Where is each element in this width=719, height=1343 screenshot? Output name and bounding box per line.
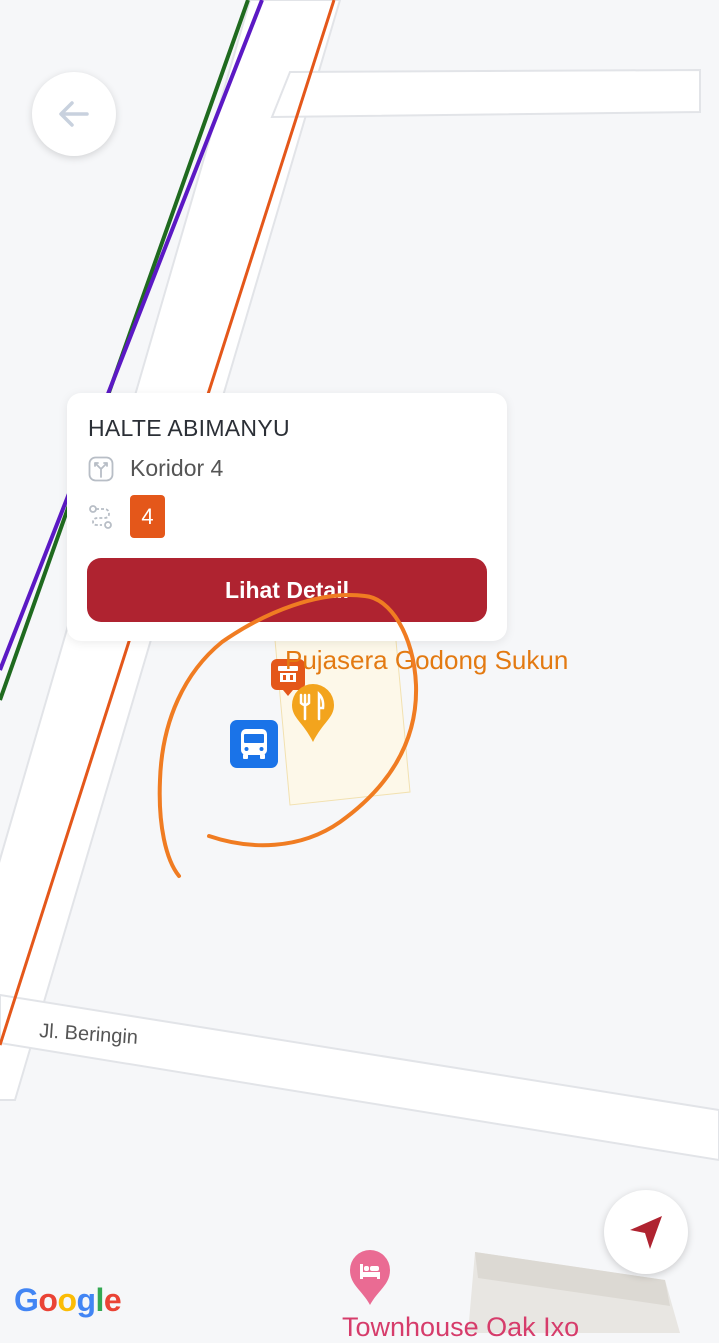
corridor-row: Koridor 4 xyxy=(88,455,223,482)
google-logo: Google xyxy=(14,1282,122,1319)
hotel-pin[interactable] xyxy=(350,1250,390,1305)
google-logo-letter: e xyxy=(103,1282,122,1318)
arrow-left-icon xyxy=(59,101,89,127)
google-logo-letter: o xyxy=(38,1282,58,1318)
bottom-poi-label[interactable]: Townhouse Oak Ixo xyxy=(342,1312,579,1343)
google-logo-letter: l xyxy=(95,1282,105,1318)
corridor-label: Koridor 4 xyxy=(130,455,224,481)
route-row: 4 xyxy=(88,495,165,538)
google-logo-letter: o xyxy=(57,1282,77,1318)
google-logo-letter: g xyxy=(76,1282,96,1318)
bus-stop-info-card: HALTE ABIMANYU Koridor 4 4 Lihat Detail xyxy=(67,393,507,641)
route-icon xyxy=(89,504,112,529)
locate-button[interactable] xyxy=(604,1190,688,1274)
poi-label[interactable]: Pujasera Godong Sukun xyxy=(285,645,568,676)
detail-button[interactable]: Lihat Detail xyxy=(87,558,487,622)
bus-stop-marker[interactable] xyxy=(230,720,278,768)
bus-icon xyxy=(241,729,267,759)
back-button[interactable] xyxy=(32,72,116,156)
navigation-arrow-icon xyxy=(630,1216,662,1249)
route-badge[interactable]: 4 xyxy=(130,495,165,538)
branch-icon xyxy=(88,456,114,481)
stop-name: HALTE ABIMANYU xyxy=(88,415,290,441)
google-logo-letter: G xyxy=(14,1282,39,1318)
